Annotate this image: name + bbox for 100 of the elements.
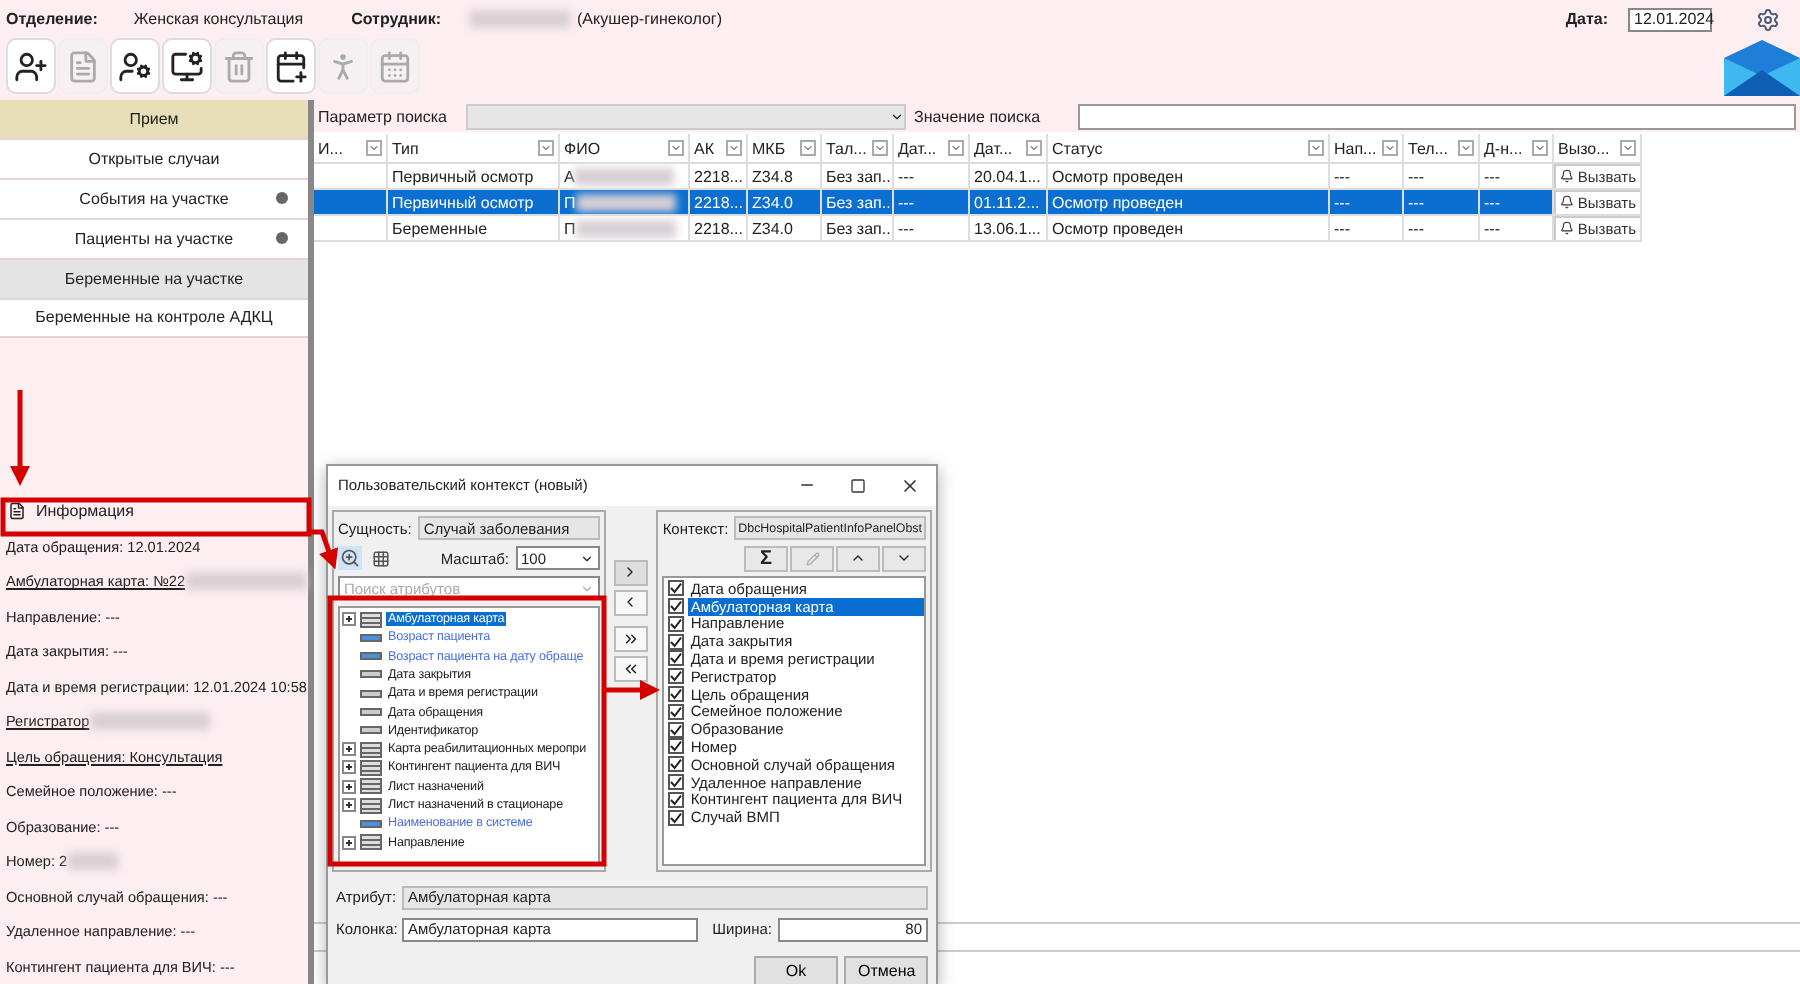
dialog-button[interactable]: Отмена	[844, 956, 928, 984]
move-down-button[interactable]	[882, 545, 926, 572]
filter-button[interactable]	[668, 140, 684, 156]
checkbox[interactable]	[668, 615, 685, 632]
table-cell: ---	[1404, 164, 1480, 190]
expand-icon[interactable]	[342, 760, 356, 775]
checkbox[interactable]	[668, 580, 685, 597]
nav-item[interactable]: Прием	[0, 100, 308, 140]
document-icon	[8, 501, 26, 520]
zoom-button[interactable]	[338, 546, 362, 571]
filter-button[interactable]	[800, 140, 816, 156]
move-left-button[interactable]	[613, 589, 648, 616]
annotation-arrow	[310, 529, 339, 570]
search-value-field[interactable]	[1078, 103, 1796, 129]
filter-button[interactable]	[1532, 140, 1548, 156]
chevron-down-icon	[540, 142, 552, 154]
checkbox[interactable]	[668, 756, 685, 773]
toolbar-button[interactable]	[6, 38, 56, 94]
filter-button[interactable]	[1458, 140, 1474, 156]
checkbox[interactable]	[668, 703, 685, 720]
filter-button[interactable]	[366, 140, 382, 156]
filter-button[interactable]	[1382, 140, 1398, 156]
table-cell: Без зап...	[822, 216, 894, 242]
checkbox[interactable]	[668, 598, 685, 615]
toolbar-button[interactable]	[266, 38, 316, 94]
table-cell: ---	[1480, 216, 1554, 242]
chevron-down-icon	[1028, 142, 1040, 154]
chevron-down-icon	[1460, 142, 1472, 154]
checkbox[interactable]	[668, 668, 685, 685]
checkbox[interactable]	[668, 809, 685, 826]
table-cell: Z34.0	[748, 216, 822, 242]
zoom-icon	[340, 548, 360, 569]
nav-item[interactable]: События на участке	[0, 179, 308, 220]
annotation-arrow	[10, 390, 30, 486]
table-cell: Беременные	[388, 216, 560, 242]
checkbox[interactable]	[668, 791, 685, 808]
chevron-down-icon	[1310, 142, 1322, 154]
table-cell: Осмотр проведен	[1048, 216, 1330, 242]
redacted-block	[574, 167, 675, 185]
table-cell: ---	[1480, 190, 1554, 216]
table-cell: 13.06.1...	[970, 216, 1048, 242]
expand-icon[interactable]	[342, 798, 356, 813]
employee-label: Сотрудник:	[351, 10, 442, 28]
expand-icon[interactable]	[342, 612, 356, 627]
chevron-down-icon	[728, 142, 740, 154]
chevron-down-icon	[890, 109, 904, 123]
move-all-left-button[interactable]	[613, 655, 648, 682]
grid-button[interactable]	[368, 546, 392, 571]
filter-button[interactable]	[1026, 140, 1042, 156]
table-cell: ---	[894, 190, 970, 216]
filter-button[interactable]	[726, 140, 742, 156]
expand-icon[interactable]	[342, 835, 356, 850]
search-value-label: Значение поиска	[914, 107, 1043, 125]
checkbox[interactable]	[668, 633, 685, 650]
field-icon	[360, 726, 382, 735]
filter-button[interactable]	[1620, 140, 1636, 156]
field-icon	[360, 689, 382, 698]
table-cell: П	[560, 216, 690, 242]
envelope-logo	[1724, 40, 1800, 96]
table-cell: ---	[1404, 216, 1480, 242]
chevron-down-icon	[1622, 142, 1634, 154]
field-icon	[360, 819, 382, 828]
nav-item[interactable]: Беременные на контроле АДКЦ	[0, 299, 308, 339]
field-icon	[360, 708, 382, 717]
filter-button[interactable]	[872, 140, 888, 156]
sum-button[interactable]: Σ	[744, 545, 788, 572]
department-label: Отделение:	[6, 10, 98, 28]
nav-item[interactable]: Открытые случаи	[0, 139, 308, 180]
nav-item[interactable]: Пациенты на участке	[0, 219, 308, 260]
expand-icon[interactable]	[342, 742, 356, 757]
toolbar-button[interactable]	[162, 38, 212, 94]
checkbox[interactable]	[668, 686, 685, 703]
search-param-label: Параметр поиска	[318, 107, 449, 125]
expand-icon[interactable]	[342, 779, 356, 794]
table-cell: Осмотр проведен	[1048, 190, 1330, 216]
bell-icon	[1560, 194, 1574, 210]
chevron-down-icon	[368, 142, 380, 154]
settings-icon[interactable]	[1756, 7, 1780, 31]
checkbox[interactable]	[668, 774, 685, 791]
move-up-button[interactable]	[836, 545, 880, 572]
table-cell: П	[560, 190, 690, 216]
checkbox[interactable]	[668, 650, 685, 667]
move-all-right-button[interactable]	[613, 625, 648, 652]
table-cell: Без зап...	[822, 164, 894, 190]
redacted-block	[469, 10, 570, 28]
table-cell: Осмотр проведен	[1048, 164, 1330, 190]
table-cell: Z34.0	[748, 190, 822, 216]
bell-icon	[1560, 168, 1574, 184]
filter-button[interactable]	[948, 140, 964, 156]
checkbox[interactable]	[668, 721, 685, 738]
table-cell: 2218...	[690, 164, 748, 190]
nav-item[interactable]: Беременные на участке	[0, 259, 308, 300]
info-title: Информация	[36, 501, 134, 520]
toolbar-button[interactable]	[110, 38, 160, 94]
filter-button[interactable]	[538, 140, 554, 156]
dialog-button[interactable]: Ok	[754, 956, 838, 984]
filter-button[interactable]	[1308, 140, 1324, 156]
date-picker[interactable]: 12.01.2024	[1628, 7, 1712, 31]
checkbox[interactable]	[668, 738, 685, 755]
move-right-button[interactable]	[613, 559, 648, 586]
